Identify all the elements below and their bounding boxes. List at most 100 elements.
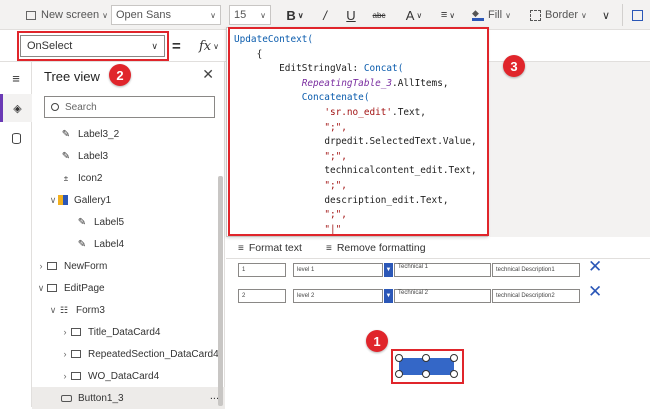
tree-item-label: Label5 <box>94 216 125 228</box>
sr-no-field[interactable]: 2 <box>238 289 286 303</box>
annotation-box-formula <box>228 27 489 236</box>
italic-button[interactable]: / <box>318 5 332 25</box>
plus-minus-icon: ± <box>63 173 69 183</box>
remove-formatting-icon: ≡ <box>326 242 332 254</box>
strikethrough-label: abc <box>372 10 386 20</box>
tree-view-title: Tree view <box>44 69 100 84</box>
search-placeholder: Search <box>65 101 97 113</box>
chevron-down-icon[interactable]: ▼ <box>384 289 393 303</box>
new-screen-icon <box>26 10 36 20</box>
tree-item-repeatedsection-datacard4[interactable]: › RepeatedSection_DataCard4 <box>32 343 225 365</box>
tree-search-input[interactable]: Search <box>44 96 215 118</box>
tree-item-wo-datacard4[interactable]: › WO_DataCard4 <box>32 365 225 387</box>
chevron-right-icon: › <box>63 349 67 359</box>
bold-label: B <box>286 7 296 23</box>
tree-item-label: Label4 <box>94 238 125 250</box>
chevron-down-icon: ∨ <box>260 10 266 20</box>
font-size-value: 15 <box>234 9 247 21</box>
divider <box>622 4 623 26</box>
remove-formatting-label: Remove formatting <box>336 242 426 254</box>
bold-button[interactable]: B ∨ <box>284 5 306 25</box>
tree-item-label: WO_DataCard4 <box>88 370 160 382</box>
tree-item-label5[interactable]: ✎ Label5 <box>32 211 225 233</box>
tree-item-label: RepeatedSection_DataCard4 <box>88 348 219 360</box>
font-color-label: A <box>405 7 415 23</box>
chevron-down-icon: ∨ <box>102 10 108 20</box>
tree-item-label4[interactable]: ✎ Label4 <box>32 233 225 255</box>
layers-icon: ◈ <box>13 102 22 115</box>
fx-button[interactable]: fx ∨ <box>193 35 225 57</box>
new-screen-button[interactable]: New screen ∨ <box>26 5 108 25</box>
chevron-right-icon: › <box>63 327 67 337</box>
tree-scrollbar[interactable] <box>218 176 223 406</box>
tree-view-rail-button[interactable]: ◈ <box>0 94 32 122</box>
chevron-down-icon: ∨ <box>416 10 423 20</box>
border-icon <box>530 9 541 21</box>
chevron-down-icon: ∨ <box>49 304 57 315</box>
format-text-icon: ≡ <box>238 242 244 254</box>
gallery-row[interactable]: 2 level 2 ▼ Technical 2 technical Descri… <box>238 289 580 303</box>
tree-item-label3[interactable]: ✎ Label3 <box>32 145 225 167</box>
tree-item-newform[interactable]: › NewForm <box>32 255 225 277</box>
tree-item-label: NewForm <box>64 260 108 272</box>
description-field[interactable]: technical Description1 <box>492 263 580 277</box>
screen-icon <box>46 282 58 294</box>
tree-item-icon2[interactable]: ± Icon2 <box>32 167 225 189</box>
chevron-down-icon: ∨ <box>505 10 511 20</box>
sr-no-field[interactable]: 1 <box>238 263 286 277</box>
chevron-down-icon: ∨ <box>449 10 456 20</box>
align-button[interactable]: ≡ ∨ <box>436 5 460 25</box>
tree-item-label3-2[interactable]: ✎ Label3_2 <box>32 123 225 145</box>
data-rail-button[interactable] <box>0 124 32 152</box>
annotation-badge-1: 1 <box>366 330 388 352</box>
delete-row-icon[interactable]: ✕ <box>588 283 602 300</box>
level-dropdown[interactable]: level 1 <box>293 263 383 277</box>
hamburger-menu-button[interactable]: ≡ <box>0 64 32 92</box>
form-icon: ☷ <box>59 304 69 315</box>
chevron-down-icon: ∨ <box>213 41 219 51</box>
align-icon: ≡ <box>440 9 448 21</box>
fill-bucket-icon: ◆ <box>472 9 484 21</box>
technical-field[interactable]: Technical 1 <box>394 263 491 277</box>
underline-button[interactable]: U <box>344 5 358 25</box>
label-icon: ✎ <box>61 150 71 162</box>
format-text-button[interactable]: ≡ Format text <box>238 240 302 256</box>
tree-item-label: EditPage <box>64 282 105 294</box>
card-icon <box>70 348 82 360</box>
level-dropdown[interactable]: level 2 <box>293 289 383 303</box>
chevron-down-icon: ∨ <box>601 9 611 22</box>
tree-item-editpage[interactable]: ∨ EditPage <box>32 277 225 299</box>
label-icon: ✎ <box>77 216 87 228</box>
tree-item-button1-3[interactable]: Button1_3 ... <box>32 387 225 409</box>
strikethrough-button[interactable]: abc <box>368 5 390 25</box>
tree-item-label: Button1_3 <box>78 392 124 404</box>
fill-button[interactable]: ◆ Fill ∨ <box>472 5 511 25</box>
annotation-badge-3: 3 <box>503 55 525 77</box>
more-chevron-button[interactable]: ∨ <box>598 5 614 25</box>
font-select[interactable]: Open Sans ∨ <box>111 5 221 25</box>
technical-field[interactable]: Technical 2 <box>394 289 491 303</box>
fx-icon: fx <box>198 38 212 54</box>
annotation-badge-2: 2 <box>109 64 131 86</box>
remove-formatting-button[interactable]: ≡ Remove formatting <box>326 240 426 256</box>
tree-item-label: Label3 <box>78 150 109 162</box>
tree-item-form3[interactable]: ∨ ☷ Form3 <box>32 299 225 321</box>
font-size-select[interactable]: 15 ∨ <box>229 5 271 25</box>
border-button[interactable]: Border ∨ <box>530 5 587 25</box>
tree-item-title-datacard4[interactable]: › Title_DataCard4 <box>32 321 225 343</box>
font-value: Open Sans <box>116 9 172 21</box>
tree-item-gallery1[interactable]: ∨ Gallery1 <box>32 189 225 211</box>
reorder-button[interactable] <box>628 5 646 25</box>
gallery-icon <box>58 195 68 205</box>
description-field[interactable]: technical Description2 <box>492 289 580 303</box>
font-color-button[interactable]: A ∨ <box>402 5 426 25</box>
annotation-box-button <box>391 349 464 384</box>
chevron-down-icon: ∨ <box>49 194 57 205</box>
close-icon[interactable]: ✕ <box>202 66 214 83</box>
label-icon: ✎ <box>61 128 71 140</box>
chevron-down-icon[interactable]: ▼ <box>384 263 393 277</box>
gallery-row[interactable]: 1 level 1 ▼ Technical 1 technical Descri… <box>238 263 580 277</box>
tree-item-label: Label3_2 <box>78 128 120 140</box>
tree-view-panel: Tree view ✕ Search ✎ Label3_2 ✎ Label3 ±… <box>32 62 225 409</box>
delete-row-icon[interactable]: ✕ <box>588 258 602 275</box>
